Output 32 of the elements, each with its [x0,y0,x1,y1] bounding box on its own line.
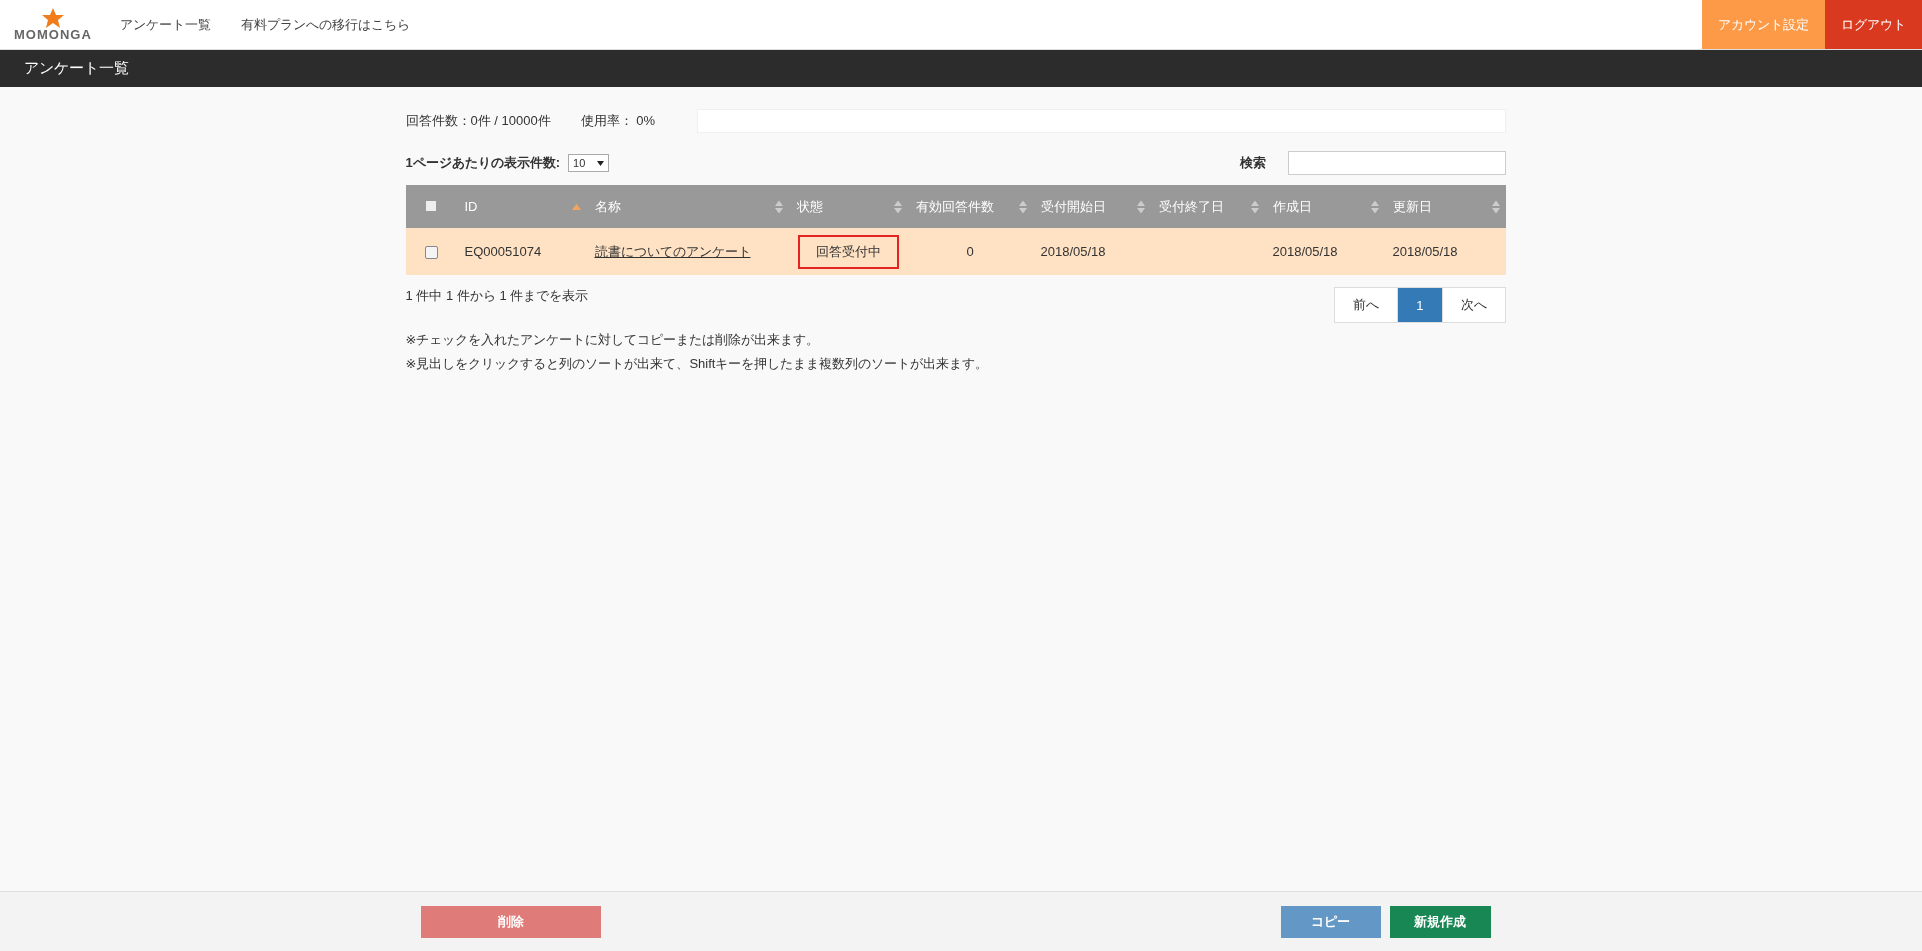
nav-link[interactable]: 有料プランへの移行はこちら [240,15,410,34]
row-checkbox[interactable] [424,246,438,260]
select-all-checkbox[interactable] [426,201,436,211]
create-button[interactable]: 新規作成 [1389,905,1491,938]
note-text: ※チェックを入れたアンケートに対してコピーまたは削除が出来ます。 [405,331,821,349]
column-header[interactable]: 状態 [796,198,823,214]
search-label: 検索 [1239,154,1266,172]
usage-rate: 使用率： 0% [580,112,656,130]
logo-text: MOMONGA [14,28,92,41]
status-cell: 回答受付中 [797,234,899,269]
star-logo-icon [41,8,64,28]
page-size-label: 1ページあたりの表示件数: [405,154,561,172]
table-cell: 2018/05/18 [1040,244,1106,259]
table-info: 1 件中 1 件から 1 件までを表示 [405,287,589,305]
table-cell: 0 [966,244,974,259]
logout-button[interactable]: ログアウト [1825,0,1922,49]
table-cell: EQ00051074 [464,244,542,259]
pagination-link[interactable]: 1 [1398,288,1443,322]
column-header[interactable]: 更新日 [1392,198,1432,214]
note-text: ※見出しをクリックすると列のソートが出来て、Shiftキーを押したまま複数列のソートが出来ます。 [405,355,990,373]
column-header[interactable]: 名称 [594,198,621,214]
response-count: 回答件数：0件 / 10000件 [405,112,551,130]
account-settings-button[interactable]: アカウント設定 [1702,0,1825,49]
page-title: アンケート一覧 [24,59,129,78]
table-cell: 2018/05/18 [1272,244,1338,259]
dropdown-arrow-icon [597,160,605,166]
column-header[interactable]: 作成日 [1272,198,1312,214]
table-cell: 2018/05/18 [1392,244,1458,259]
search-field[interactable] [1287,151,1506,175]
nav-link[interactable]: アンケート一覧 [119,15,211,34]
page-size-select[interactable]: 10 [568,154,610,172]
column-header[interactable]: ID [464,199,478,214]
